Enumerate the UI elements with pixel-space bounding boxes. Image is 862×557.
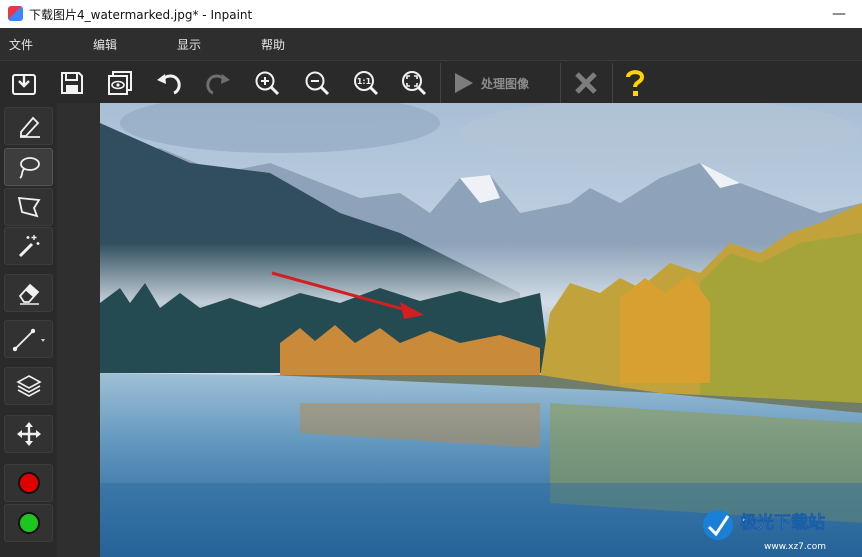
line-tool-button[interactable] — [4, 320, 53, 358]
menu-view[interactable]: 显示 — [177, 36, 201, 53]
zoom-out-icon — [305, 71, 330, 96]
magic-wand-icon — [18, 235, 39, 258]
process-image-button[interactable]: 处理图像 — [441, 63, 559, 103]
save-icon — [61, 72, 83, 94]
toolbar: 1:1 处理图像 — [0, 60, 862, 104]
chevron-down-icon — [40, 339, 45, 342]
image-canvas[interactable]: 极光下载站 www.xz7.com — [100, 103, 862, 557]
polygon-lasso-icon — [17, 196, 41, 218]
zoom-fit-button[interactable] — [393, 64, 435, 102]
help-button[interactable] — [614, 64, 656, 102]
menu-bar: 文件 编辑 显示 帮助 — [0, 28, 862, 60]
minimize-button[interactable]: — — [816, 0, 862, 28]
lasso-tool-button[interactable] — [4, 148, 53, 186]
zoom-out-button[interactable] — [296, 64, 338, 102]
preview-button[interactable] — [99, 64, 141, 102]
menu-file[interactable]: 文件 — [9, 36, 33, 53]
zoom-actual-label: 1:1 — [357, 77, 372, 86]
open-button[interactable] — [3, 64, 45, 102]
preview-icon — [108, 71, 132, 95]
green-color-swatch — [17, 512, 40, 534]
menu-help[interactable]: 帮助 — [261, 36, 285, 53]
eraser-tool-button[interactable] — [4, 274, 53, 312]
layers-icon — [15, 375, 42, 397]
magic-wand-tool-button[interactable] — [4, 227, 53, 265]
zoom-actual-icon: 1:1 — [354, 71, 379, 96]
watermark-brand: 极光下载站 — [740, 512, 825, 533]
cancel-button[interactable] — [565, 64, 607, 102]
save-button[interactable] — [51, 64, 93, 102]
canvas-gutter — [57, 103, 100, 557]
close-icon — [575, 72, 597, 94]
redo-icon — [206, 74, 230, 95]
open-icon — [12, 74, 36, 95]
tool-sidebar — [0, 103, 57, 557]
undo-button[interactable] — [148, 64, 190, 102]
lasso-icon — [18, 157, 40, 179]
zoom-in-button[interactable] — [246, 64, 288, 102]
zoom-fit-icon — [402, 71, 427, 96]
polygon-lasso-tool-button[interactable] — [4, 188, 53, 226]
menu-edit[interactable]: 编辑 — [93, 36, 117, 53]
layers-button[interactable] — [4, 367, 53, 405]
redo-button[interactable] — [197, 64, 239, 102]
landscape-image: 极光下载站 www.xz7.com — [100, 103, 862, 557]
toolbar-separator — [560, 63, 561, 103]
red-color-swatch — [17, 472, 40, 494]
toolbar-separator — [612, 63, 613, 103]
watermark-url: www.xz7.com — [764, 542, 826, 552]
move-icon — [16, 422, 41, 446]
red-marker-color-button[interactable] — [4, 464, 53, 502]
marker-tool-button[interactable] — [4, 107, 53, 145]
zoom-in-icon — [255, 71, 280, 96]
move-tool-button[interactable] — [4, 415, 53, 453]
help-icon — [626, 70, 645, 96]
green-marker-color-button[interactable] — [4, 504, 53, 542]
marker-icon — [19, 116, 40, 138]
play-icon — [455, 73, 473, 93]
line-icon — [12, 328, 45, 352]
title-bar: 下载图片4_watermarked.jpg* - Inpaint — — [0, 0, 862, 28]
eraser-icon — [18, 283, 39, 305]
window-title: 下载图片4_watermarked.jpg* - Inpaint — [29, 8, 253, 22]
app-icon — [8, 6, 23, 21]
undo-icon — [157, 74, 181, 95]
process-image-label: 处理图像 — [481, 76, 530, 91]
zoom-actual-button[interactable]: 1:1 — [345, 64, 387, 102]
